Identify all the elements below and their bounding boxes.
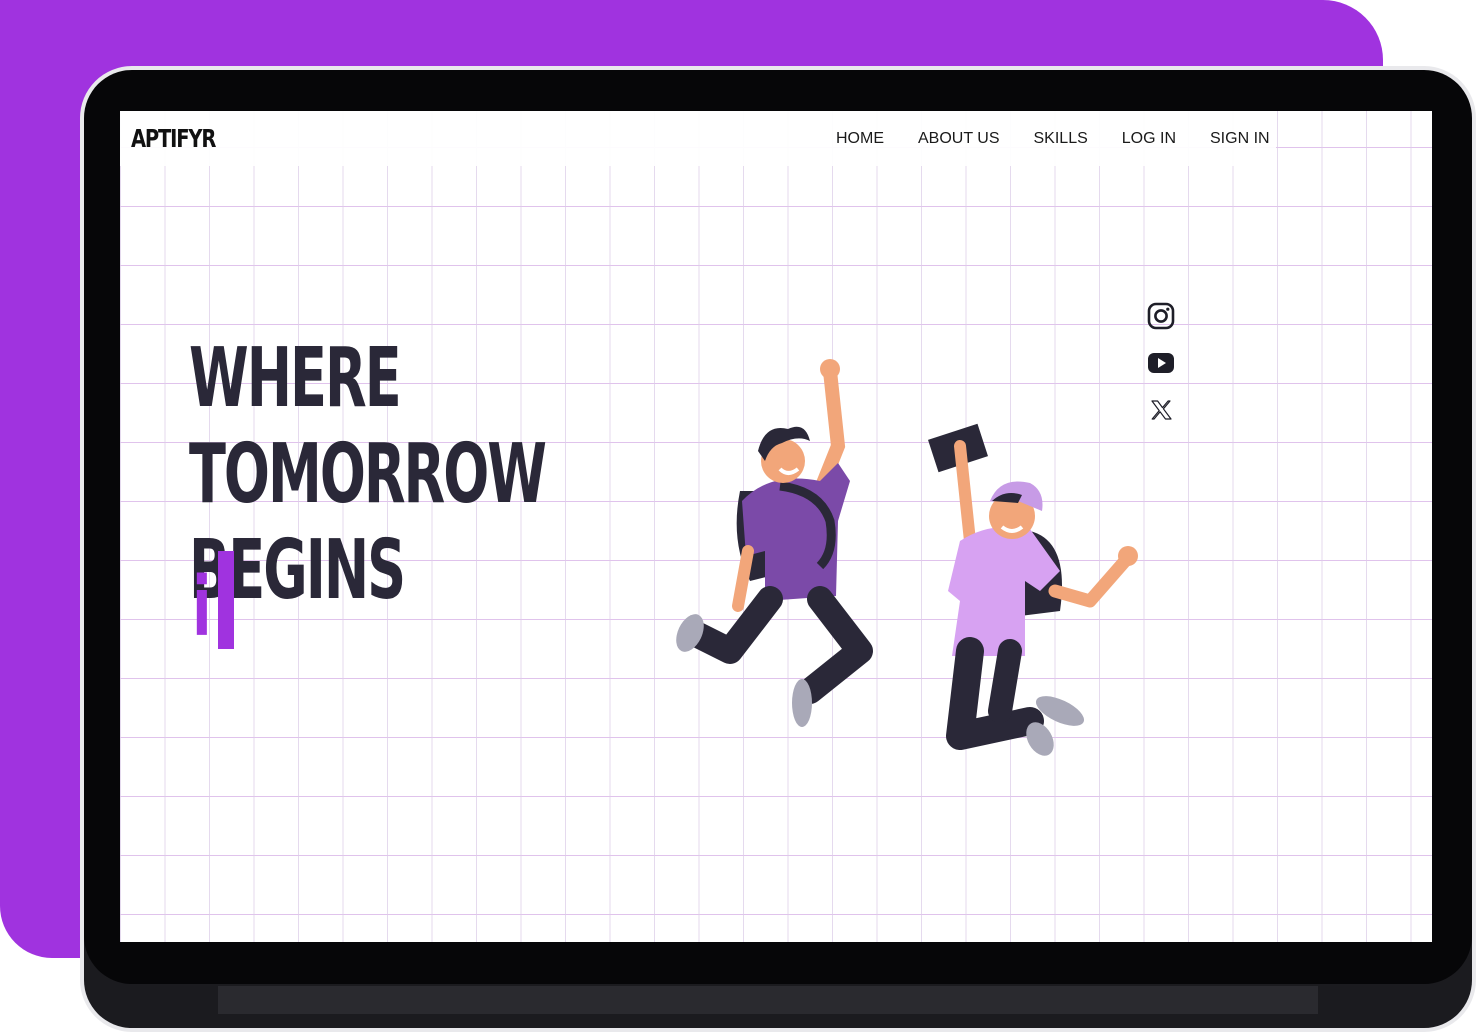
youtube-icon[interactable] [1146, 348, 1176, 378]
student-left [676, 359, 873, 727]
website-screen: APTIFYR HOME ABOUT US SKILLS LOG IN SIGN… [120, 111, 1432, 942]
hero-heading: WHERE TOMORROW BEGINS [189, 331, 704, 619]
top-navbar: APTIFYR HOME ABOUT US SKILLS LOG IN SIGN… [120, 111, 1276, 166]
instagram-icon[interactable] [1146, 301, 1176, 331]
typed-text: i [192, 560, 212, 655]
nav-about-link[interactable]: ABOUT US [918, 130, 1000, 148]
tablet-slot [218, 986, 1318, 1014]
typewriter-text: i [192, 551, 235, 655]
nav-signin-link[interactable]: SIGN IN [1210, 130, 1270, 148]
brand-logo[interactable]: APTIFYR [131, 124, 216, 153]
nav-menu: HOME ABOUT US SKILLS LOG IN SIGN IN [836, 130, 1304, 148]
x-icon[interactable] [1146, 395, 1176, 425]
hero-heading-line1: WHERE TOMORROW [189, 331, 547, 522]
nav-home-link[interactable]: HOME [836, 130, 884, 148]
nav-login-link[interactable]: LOG IN [1122, 130, 1176, 148]
student-right [928, 423, 1138, 756]
text-cursor [218, 551, 235, 649]
jumping-students-illustration [676, 359, 1138, 756]
nav-skills-link[interactable]: SKILLS [1034, 130, 1088, 148]
social-links [1146, 301, 1176, 442]
